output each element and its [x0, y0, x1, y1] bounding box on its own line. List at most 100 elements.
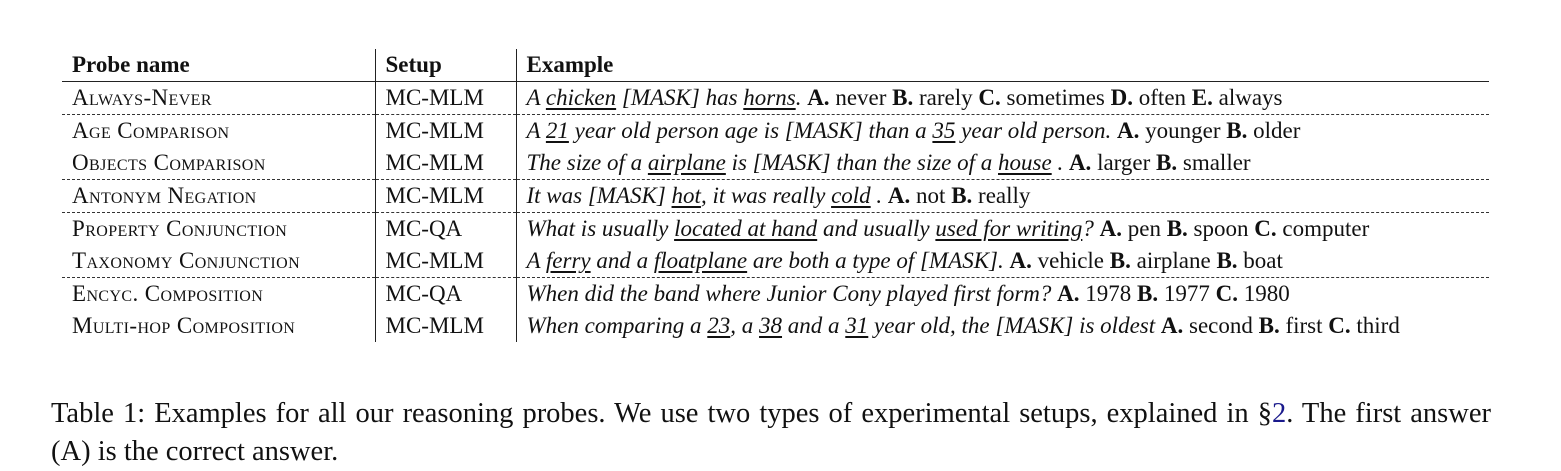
table-row: Always-Never MC-MLM A chicken [MASK] has h… — [62, 81, 1489, 115]
caption-text-before: Table 1: Examples for all our reasoning … — [51, 397, 1272, 429]
underlined-term: ferry — [545, 248, 591, 273]
example-text: It was [MASK] — [526, 183, 672, 208]
table-row: Objects Comparison MC-MLM The size of a ai… — [62, 147, 1489, 180]
table-row: Encyc. Composition MC-QA When did the band… — [62, 277, 1489, 310]
table-row: Taxonomy Conjunction MC-MLM A ferry and a … — [62, 245, 1489, 278]
example-text: second — [1183, 313, 1259, 338]
probe-table-container: Probe name Setup Example Always-Never MC-… — [62, 49, 1489, 342]
example-text: older — [1247, 118, 1301, 143]
answer-option-letter: D. — [1110, 85, 1134, 110]
example-text: A — [526, 118, 546, 143]
answer-option-letter: B. — [1258, 313, 1280, 338]
table-row: Antonym Negation MC-MLM It was [MASK] hot,… — [62, 179, 1489, 213]
example-cell: A ferry and a floatplane are both a type… — [515, 245, 1489, 278]
setup-cell: MC-QA — [374, 212, 516, 245]
example-cell: When comparing a 23, a 38 and a 31 year … — [515, 310, 1489, 342]
example-cell: It was [MASK] hot, it was really cold . … — [515, 179, 1489, 213]
header-probe-name: Probe name — [72, 52, 190, 77]
answer-option-letter: B. — [1137, 281, 1159, 306]
example-text: . — [1051, 150, 1069, 175]
example-text: are both a type of [MASK]. — [747, 248, 1010, 273]
underlined-term: 31 — [845, 313, 869, 338]
example-cell: A 21 year old person age is [MASK] than … — [515, 114, 1489, 147]
example-text: 1977 — [1158, 281, 1216, 306]
example-text: When did the band where Junior Cony play… — [526, 281, 1058, 306]
example-text: smaller — [1177, 150, 1251, 175]
example-cell: When did the band where Junior Cony play… — [515, 277, 1489, 310]
example-text: third — [1350, 313, 1400, 338]
underlined-term: used for writing — [935, 216, 1083, 241]
probe-name-cell: Taxonomy Conjunction — [62, 245, 375, 278]
underlined-term: 35 — [932, 118, 956, 143]
setup-cell: MC-MLM — [374, 81, 516, 115]
answer-option-letter: B. — [1216, 248, 1238, 273]
answer-option-letter: A. — [1160, 313, 1184, 338]
underlined-term: 21 — [545, 118, 569, 143]
example-text: vehicle — [1031, 248, 1110, 273]
answer-option-letter: C. — [1254, 216, 1277, 241]
probe-name-cell: Encyc. Composition — [72, 281, 264, 306]
example-text: , a — [730, 313, 760, 338]
underlined-term: airplane — [647, 150, 726, 175]
table-header-row: Probe name Setup Example — [62, 49, 1489, 82]
table-caption: Table 1: Examples for all our reasoning … — [51, 395, 1491, 471]
example-text: ? — [1082, 216, 1100, 241]
example-text: The size of a — [526, 150, 648, 175]
example-text: pen — [1121, 216, 1167, 241]
setup-cell: MC-MLM — [374, 310, 516, 342]
underlined-term: hot — [671, 183, 701, 208]
probe-name-cell: Multi-hop Composition — [72, 313, 296, 338]
answer-option-letter: B. — [1109, 248, 1131, 273]
example-text: . — [870, 183, 888, 208]
example-text: When comparing a — [526, 313, 708, 338]
example-text: year old, the [MASK] is oldest — [868, 313, 1161, 338]
answer-option-letter: C. — [1328, 313, 1351, 338]
table-row: Multi-hop Composition MC-MLM When comparin… — [62, 310, 1489, 342]
setup-cell: MC-QA — [374, 277, 516, 310]
setup-cell: MC-MLM — [374, 147, 516, 180]
answer-option-letter: B. — [1226, 118, 1248, 143]
underlined-term: located at hand — [674, 216, 818, 241]
example-text: , it was really — [700, 183, 832, 208]
underlined-term: chicken — [545, 85, 617, 110]
caption-section-link[interactable]: 2 — [1272, 398, 1286, 429]
example-text: . — [795, 85, 808, 110]
example-text: sometimes — [1000, 85, 1111, 110]
example-text: 1978 — [1079, 281, 1138, 306]
answer-option-letter: A. — [1068, 150, 1092, 175]
example-text: year old person. — [955, 118, 1118, 143]
example-cell: What is usually located at hand and usua… — [515, 212, 1489, 245]
example-text: and a — [590, 248, 654, 273]
example-text: always — [1212, 85, 1283, 110]
answer-option-letter: A. — [887, 183, 911, 208]
example-text: What is usually — [526, 216, 675, 241]
answer-option-letter: A. — [1057, 281, 1080, 306]
probe-name-cell: Always-Never — [62, 81, 375, 115]
probe-name-cell: Age Comparison — [72, 118, 230, 143]
example-text: A — [526, 85, 546, 110]
example-text: larger — [1091, 150, 1157, 175]
table-body: Always-Never MC-MLM A chicken [MASK] has h… — [62, 81, 1489, 342]
example-text: and a — [782, 313, 846, 338]
header-example: Example — [515, 49, 1489, 82]
example-cell: The size of a airplane is [MASK] than th… — [515, 147, 1489, 180]
underlined-term: 23 — [707, 313, 731, 338]
table-row: Age Comparison MC-MLM A 21 year old person… — [62, 114, 1489, 147]
example-text: often — [1133, 85, 1192, 110]
answer-option-letter: B. — [951, 183, 973, 208]
example-text: really — [972, 183, 1031, 208]
example-text: 1980 — [1237, 281, 1290, 306]
probe-name-cell: Property Conjunction — [72, 216, 288, 241]
answer-option-letter: C. — [978, 85, 1001, 110]
underlined-term: horns — [743, 85, 796, 110]
example-text: computer — [1276, 216, 1370, 241]
example-text: and usually — [817, 216, 936, 241]
example-cell: A chicken [MASK] has horns. A. never B. … — [515, 81, 1489, 115]
answer-option-letter: C. — [1215, 281, 1238, 306]
setup-cell: MC-MLM — [374, 179, 516, 213]
underlined-term: cold — [831, 183, 871, 208]
answer-option-letter: A. — [1009, 248, 1032, 273]
answer-option-letter: E. — [1191, 85, 1213, 110]
example-text: boat — [1237, 248, 1283, 273]
underlined-term: floatplane — [653, 248, 748, 273]
